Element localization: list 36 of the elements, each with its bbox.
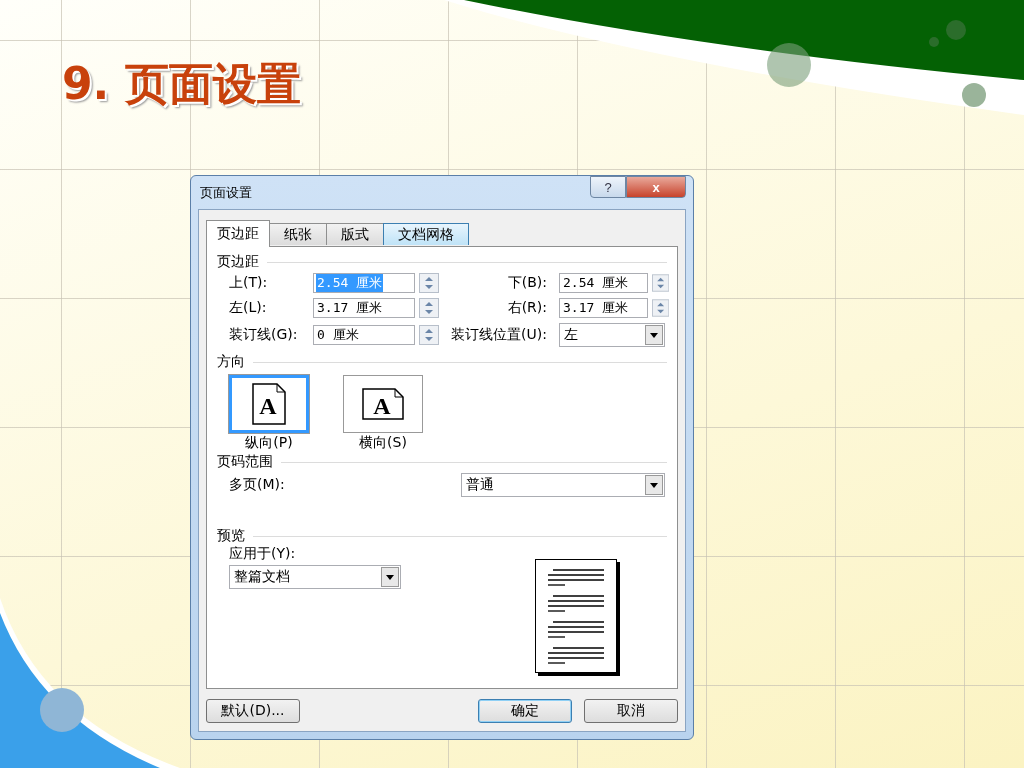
spin-field[interactable]: 3.17 厘米 xyxy=(313,298,415,318)
tab[interactable]: 页边距 xyxy=(206,220,270,247)
dropdown[interactable]: 普通 xyxy=(461,473,665,497)
ok-button[interactable]: 确定 xyxy=(478,699,572,723)
window-title: 页面设置 xyxy=(199,183,252,202)
field-label: 上(T): xyxy=(229,274,269,292)
landscape-page-icon: A xyxy=(362,388,404,420)
default-button[interactable]: 默认(D)... xyxy=(206,699,300,723)
spinner-arrows-icon[interactable] xyxy=(651,273,669,293)
spin-field[interactable]: 3.17 厘米 xyxy=(559,298,648,318)
spin-field[interactable]: 2.54 厘米 xyxy=(559,273,648,293)
section-heading: 页码范围 xyxy=(217,453,273,471)
field-label: 左(L): xyxy=(229,299,268,317)
section-heading: 方向 xyxy=(217,353,245,371)
spinner-arrows-icon[interactable] xyxy=(419,298,439,318)
spin-field[interactable]: 0 厘米 xyxy=(313,325,415,345)
field-label: 装订线位置(U): xyxy=(450,326,548,344)
section-heading: 页边距 xyxy=(217,253,259,271)
cancel-button[interactable]: 取消 xyxy=(584,699,678,723)
dropdown[interactable]: 整篇文档 xyxy=(229,565,401,589)
portrait-page-icon: A xyxy=(252,383,286,425)
slide-title: 9. 页面设置 xyxy=(62,58,301,111)
field-label: 多页(M): xyxy=(229,476,285,494)
spinner-arrows-icon[interactable] xyxy=(419,325,439,345)
dropdown[interactable]: 左 xyxy=(559,323,665,347)
field-label: 右(R): xyxy=(506,299,548,317)
field-label: 应用于(Y): xyxy=(229,545,297,563)
field-label: 装订线(G): xyxy=(229,326,299,344)
spinner-arrows-icon[interactable] xyxy=(651,298,669,318)
section-heading: 预览 xyxy=(217,527,245,545)
tab[interactable]: 文档网格 xyxy=(383,223,469,245)
field-label: 下(B): xyxy=(506,274,548,292)
spinner-arrows-icon[interactable] xyxy=(419,273,439,293)
tab[interactable]: 纸张 xyxy=(269,223,327,245)
help-button[interactable]: ? xyxy=(590,176,626,198)
tab[interactable]: 版式 xyxy=(326,223,384,245)
